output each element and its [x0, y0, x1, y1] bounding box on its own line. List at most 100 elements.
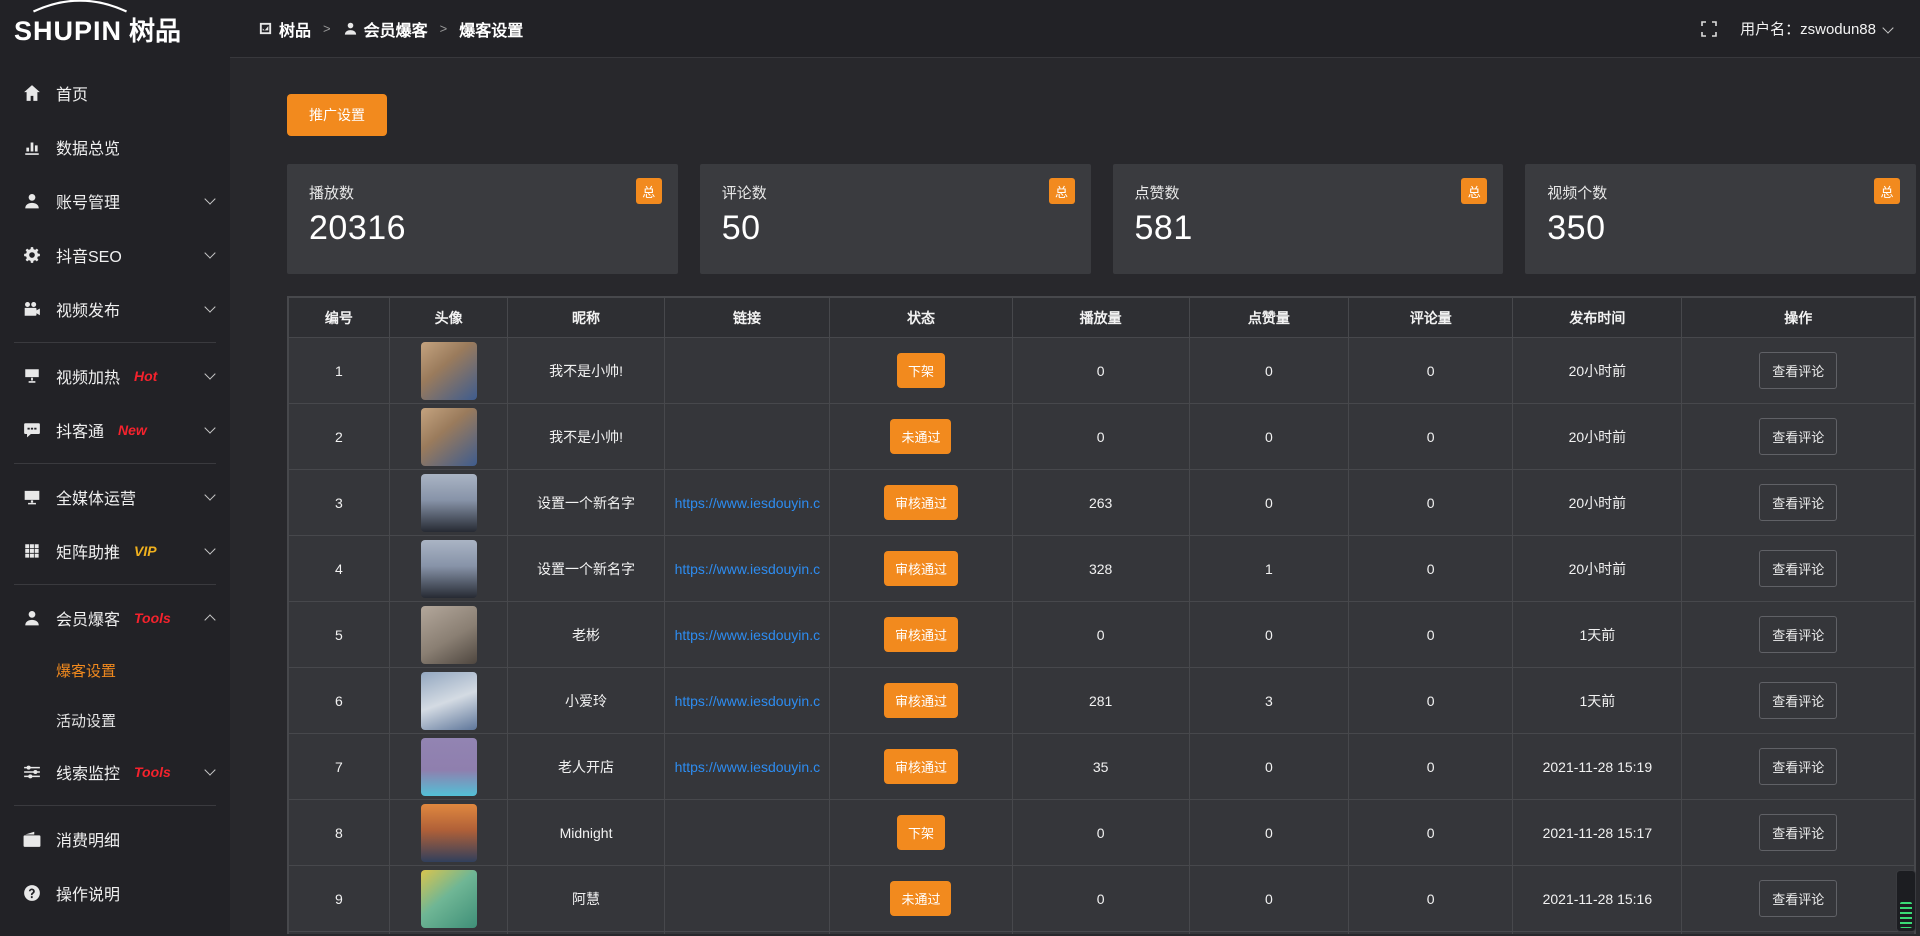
sidebar-item-clue-monitor[interactable]: 线索监控 Tools [0, 745, 230, 799]
breadcrumb-item-shupin[interactable]: 树品 [258, 17, 311, 41]
publish-time [1513, 932, 1682, 935]
status-button[interactable]: 审核通过 [884, 617, 958, 652]
table-row: 1 我不是小帅! 下架 0 0 0 20小时前 查看评论 [289, 338, 1915, 404]
sidebar-subitem-activity-settings[interactable]: 活动设置 [0, 695, 230, 745]
sidebar-item-account[interactable]: 账号管理 [0, 174, 230, 228]
status-button[interactable]: 未通过 [890, 881, 951, 916]
logo[interactable]: SHUPIN 树品 [0, 0, 230, 58]
like-count: 0 [1189, 404, 1348, 470]
status-button[interactable]: 下架 [897, 815, 945, 850]
fullscreen-icon[interactable] [1700, 20, 1718, 38]
table-body: 1 我不是小帅! 下架 0 0 0 20小时前 查看评论 [289, 338, 1915, 935]
sidebar-item-data-overview[interactable]: 数据总览 [0, 120, 230, 174]
status-button[interactable]: 审核通过 [884, 683, 958, 718]
comment-count: 0 [1349, 866, 1513, 932]
view-comments-button[interactable]: 查看评论 [1759, 682, 1837, 719]
col-id: 编号 [289, 298, 390, 338]
row-number: 5 [289, 602, 390, 668]
user-menu[interactable]: 用户名：zswodun88 [1740, 18, 1892, 39]
logo-text-cn: 树品 [129, 11, 181, 48]
like-count: 0 [1189, 800, 1348, 866]
sidebar-item-video-publish[interactable]: 视频发布 [0, 282, 230, 336]
hot-badge: Hot [134, 368, 157, 384]
sidebar-item-consumption[interactable]: 消费明细 [0, 812, 230, 866]
view-comments-button[interactable]: 查看评论 [1759, 814, 1837, 851]
stat-value: 20316 [309, 209, 658, 248]
col-nickname: 昵称 [508, 298, 664, 338]
breadcrumb-separator: > [440, 21, 448, 36]
sidebar-item-instructions[interactable]: 操作说明 [0, 866, 230, 920]
user-icon [22, 608, 42, 628]
video-link[interactable]: https://www.iesdouyin.c [675, 693, 821, 709]
nav-divider [14, 584, 216, 585]
monitor-icon [22, 487, 42, 507]
avatar [421, 804, 477, 862]
sidebar-item-matrix-boost[interactable]: 矩阵助推 VIP [0, 524, 230, 578]
video-link[interactable]: https://www.iesdouyin.c [675, 561, 821, 577]
stat-label: 播放数 [309, 182, 658, 203]
view-comments-button[interactable]: 查看评论 [1759, 352, 1837, 389]
row-number: 2 [289, 404, 390, 470]
play-count: 0 [1012, 338, 1189, 404]
row-number: 9 [289, 866, 390, 932]
row-number [289, 932, 390, 935]
nickname [508, 932, 664, 935]
table-row: 3 设置一个新名字 https://www.iesdouyin.c 审核通过 2… [289, 470, 1915, 536]
view-comments-button[interactable]: 查看评论 [1759, 748, 1837, 785]
total-badge[interactable]: 总 [1874, 178, 1900, 204]
play-count: 281 [1012, 668, 1189, 734]
chevron-down-icon [204, 193, 215, 204]
status-button[interactable]: 审核通过 [884, 485, 958, 520]
video-link[interactable]: https://www.iesdouyin.c [675, 627, 821, 643]
sidebar: SHUPIN 树品 首页 数据总览 账号管理 抖音SEO [0, 0, 230, 936]
status-button[interactable]: 未通过 [890, 419, 951, 454]
col-link: 链接 [664, 298, 830, 338]
total-badge[interactable]: 总 [1049, 178, 1075, 204]
status-button[interactable]: 下架 [897, 353, 945, 388]
video-link[interactable]: https://www.iesdouyin.c [675, 495, 821, 511]
row-number: 4 [289, 536, 390, 602]
sidebar-item-video-heat[interactable]: 视频加热 Hot [0, 349, 230, 403]
sidebar-item-douyin-seo[interactable]: 抖音SEO [0, 228, 230, 282]
breadcrumb-item-baoke-settings[interactable]: 爆客设置 [459, 17, 523, 41]
status-button[interactable]: 审核通过 [884, 749, 958, 784]
status-button[interactable]: 审核通过 [884, 551, 958, 586]
breadcrumb-item-member-baoke[interactable]: 会员爆客 [343, 17, 428, 41]
chevron-down-icon [204, 764, 215, 775]
view-comments-button[interactable]: 查看评论 [1759, 616, 1837, 653]
play-count: 328 [1012, 536, 1189, 602]
promote-settings-button[interactable]: 推广设置 [287, 94, 387, 136]
play-count: 263 [1012, 470, 1189, 536]
widget-stripes-icon [1900, 902, 1912, 928]
sidebar-item-home[interactable]: 首页 [0, 66, 230, 120]
total-badge[interactable]: 总 [636, 178, 662, 204]
view-comments-button[interactable]: 查看评论 [1759, 550, 1837, 587]
nav-divider [14, 463, 216, 464]
view-comments-button[interactable]: 查看评论 [1759, 418, 1837, 455]
video-camera-icon [22, 299, 42, 319]
view-comments-button[interactable]: 查看评论 [1759, 880, 1837, 917]
sidebar-item-media-operation[interactable]: 全媒体运营 [0, 470, 230, 524]
content-area: 推广设置 播放数 20316 总 评论数 50 总 点赞数 581 总 [230, 58, 1920, 936]
sidebar-item-member-baoke[interactable]: 会员爆客 Tools [0, 591, 230, 645]
total-badge[interactable]: 总 [1461, 178, 1487, 204]
nickname: 设置一个新名字 [508, 536, 664, 602]
play-count: 35 [1012, 734, 1189, 800]
publish-time: 1天前 [1513, 668, 1682, 734]
table-row: 9 阿慧 未通过 0 0 0 2021-11-28 15:16 查看评论 [289, 866, 1915, 932]
play-count: 0 [1012, 866, 1189, 932]
view-comments-button[interactable]: 查看评论 [1759, 484, 1837, 521]
video-link[interactable]: https://www.iesdouyin.c [675, 759, 821, 775]
like-count: 3 [1189, 668, 1348, 734]
nickname: 老彬 [508, 602, 664, 668]
sidebar-item-douketong[interactable]: 抖客通 New [0, 403, 230, 457]
avatar [421, 606, 477, 664]
sidebar-subitem-baoke-settings[interactable]: 爆客设置 [0, 645, 230, 695]
publish-time: 20小时前 [1513, 338, 1682, 404]
stat-label: 视频个数 [1547, 182, 1896, 203]
chevron-down-icon [204, 247, 215, 258]
like-count: 0 [1189, 602, 1348, 668]
like-count [1189, 932, 1348, 935]
chevron-down-icon [204, 422, 215, 433]
floating-widget[interactable] [1896, 870, 1916, 932]
